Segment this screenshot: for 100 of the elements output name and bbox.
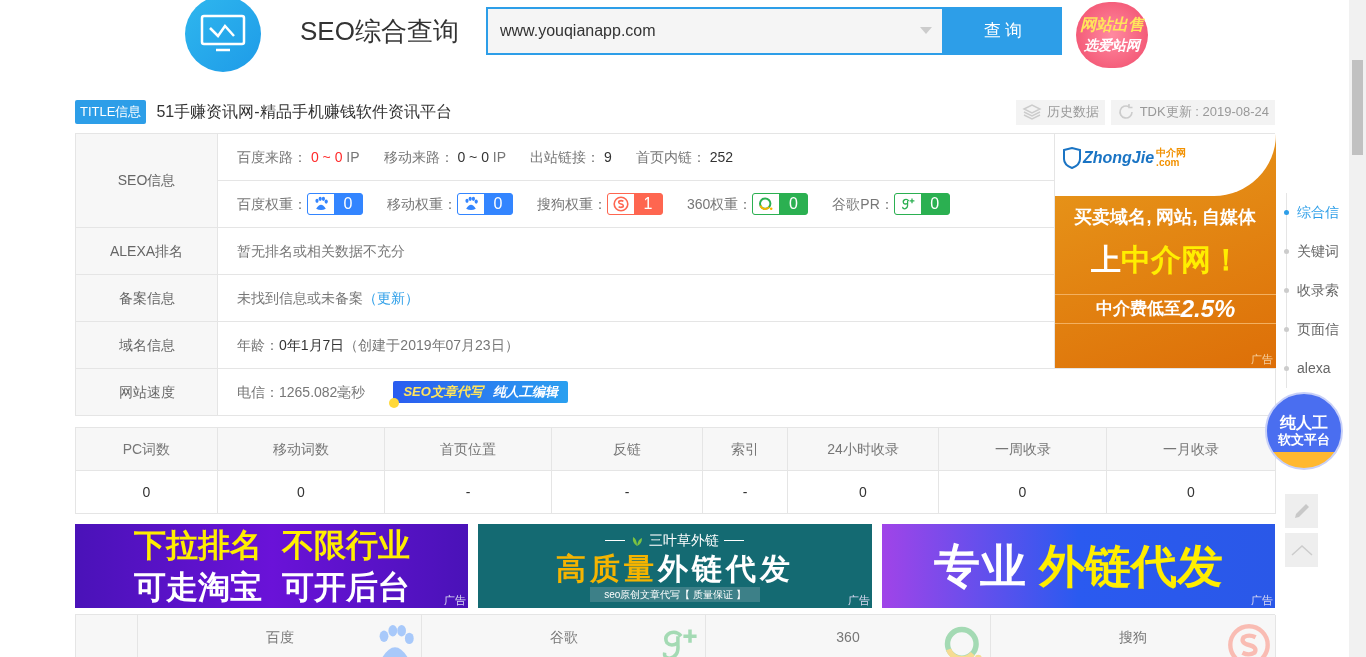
banner-text: 下拉排名 (133, 526, 262, 565)
rule-line (605, 540, 626, 541)
alexa-text: 暂无排名或相关数据不充分 (237, 241, 405, 261)
table-cell: - (703, 471, 788, 514)
banner-text: 高质量外链代发 (556, 551, 794, 587)
search-button[interactable]: 查 询 (943, 7, 1062, 55)
rule-line (724, 540, 745, 541)
table-cell: 0 (76, 471, 218, 514)
g-plus-icon (899, 196, 916, 212)
table-cell: 0 (788, 471, 939, 514)
weight-label: 百度权重： (237, 194, 307, 214)
table-cell: - (552, 471, 703, 514)
history-data-button[interactable]: 历史数据 (1015, 99, 1105, 125)
search-field[interactable]: www.youqianapp.com (485, 7, 944, 55)
seo-writing-ad[interactable]: SEO文章代写 纯人工编辑 (393, 381, 568, 403)
table-cell: 0 (939, 471, 1107, 514)
site-title: 51手赚资讯网-精品手机赚钱软件资讯平台 (156, 102, 452, 122)
ad-text: 买卖域名, 网站, 自媒体 (1074, 206, 1257, 229)
paw-icon (313, 196, 329, 212)
table-cell: 0 (1107, 471, 1276, 514)
weight-label: 谷歌PR： (832, 194, 894, 214)
column-header: 一月收录 (1107, 428, 1276, 471)
promo-badge[interactable]: 网站出售 选爱站网 (1075, 2, 1148, 68)
back-to-top-button[interactable] (1285, 533, 1318, 567)
row-label: 域名信息 (76, 322, 218, 369)
table-cell: - (385, 471, 552, 514)
monitor-chart-icon (200, 14, 246, 54)
badge-text: 纯人工 (1280, 414, 1328, 431)
banner-text: seo原创文章代写【 质量保证 】 (590, 587, 760, 602)
beian-text: 未找到信息或未备案 (237, 288, 363, 308)
column-header: PC词数 (76, 428, 218, 471)
leaf-icon (630, 534, 645, 547)
row-label: ALEXA排名 (76, 228, 218, 275)
ad-mark: 广告 (847, 592, 870, 608)
scrollbar[interactable] (1349, 0, 1366, 657)
ad-headline: 上中介网！ (1090, 242, 1241, 278)
side-nav-link[interactable]: 综合信 (1297, 202, 1339, 223)
weight-label: 移动权重： (387, 194, 457, 214)
weight-label: 360权重： (687, 194, 753, 214)
ring-icon (758, 196, 775, 212)
weight-badge[interactable]: 1 (607, 193, 663, 215)
column-header: 百度 (265, 628, 294, 647)
weight-badge[interactable]: 0 (307, 193, 363, 215)
speed-text: 电信：1265.082毫秒 (237, 382, 366, 402)
layers-icon (1021, 103, 1042, 121)
column-header: 24小时收录 (788, 428, 939, 471)
tdk-update-button[interactable]: TDK更新 : 2019-08-24 (1110, 99, 1275, 125)
weight-badge[interactable]: 0 (457, 193, 513, 215)
update-link[interactable]: （更新） (363, 287, 419, 309)
chevron-up-icon (1290, 544, 1313, 556)
ad-text: 纯人工编辑 (492, 383, 558, 402)
column-header: 搜狗 (1119, 628, 1147, 647)
ad-mark: 广告 (444, 592, 467, 608)
title-badge: TITLE信息 (75, 100, 147, 124)
column-header: 首页位置 (385, 428, 552, 471)
promo-text: 网站出售 (1079, 15, 1144, 35)
s-circle-icon (613, 196, 629, 212)
dropdown-caret-icon[interactable] (919, 27, 932, 35)
ad-banner[interactable]: 下拉排名 不限行业 可走淘宝 可开后台 广告 (75, 524, 469, 608)
side-nav-link[interactable]: alexa (1297, 358, 1331, 379)
side-nav-link[interactable]: 页面信 (1297, 319, 1339, 340)
badge-text: 软文平台 (1278, 431, 1330, 448)
brand-logo-text: ZhongJie (1083, 148, 1155, 168)
ad-mark: 广告 (1251, 592, 1273, 608)
column-header: 一周收录 (939, 428, 1107, 471)
column-header: 反链 (552, 428, 703, 471)
traffic-stat: 百度来路： 0 ~ 0 IP (237, 147, 360, 167)
promo-text: 选爱站网 (1083, 36, 1140, 55)
paw-icon (463, 196, 479, 212)
weight-label: 搜狗权重： (537, 194, 607, 214)
row-label: SEO信息 (76, 134, 218, 228)
row-label: 备案信息 (76, 275, 218, 322)
side-nav-link[interactable]: 收录索 (1297, 280, 1339, 301)
refresh-icon (1116, 103, 1135, 121)
traffic-stat: 首页内链： 252 (635, 147, 734, 167)
edit-button[interactable] (1285, 494, 1318, 528)
ad-banner[interactable]: 专业 外链代发 广告 (881, 524, 1275, 608)
ad-banner[interactable]: 三叶草外链 高质量外链代发 seo原创文章代写【 质量保证 】 广告 (478, 524, 872, 608)
traffic-stat: 移动来路： 0 ~ 0 IP (383, 147, 507, 167)
shield-icon (1063, 147, 1081, 169)
table-cell: 0 (218, 471, 385, 514)
page-title: SEO综合查询 (300, 15, 459, 48)
row-label: 网站速度 (76, 369, 218, 416)
banner-text: 专业 外链代发 (933, 538, 1223, 594)
side-nav-link[interactable]: 关键词 (1297, 241, 1339, 262)
ad-text: SEO文章代写 (403, 383, 483, 402)
traffic-stat: 出站链接： 9 (530, 147, 612, 167)
banner-text: 三叶草外链 (649, 531, 720, 550)
banner-text: 可走淘宝 (133, 568, 262, 607)
ad-price-strip: 中介费低至2.5% (1055, 294, 1276, 324)
column-header: 360 (836, 628, 860, 647)
domain-age-text: 年龄：0年1月7日（创建于2019年07月23日） (237, 335, 519, 355)
ad-mark: 广告 (1251, 351, 1273, 367)
weight-badge[interactable]: 0 (893, 193, 950, 215)
banner-text: 可开后台 (281, 568, 410, 607)
column-header: 索引 (703, 428, 788, 471)
column-header: 谷歌 (549, 628, 578, 647)
brand-logo-text: 中介网 .com (1156, 148, 1187, 168)
float-badge[interactable]: 纯人工 软文平台 (1265, 392, 1343, 470)
weight-badge[interactable]: 0 (752, 193, 809, 215)
